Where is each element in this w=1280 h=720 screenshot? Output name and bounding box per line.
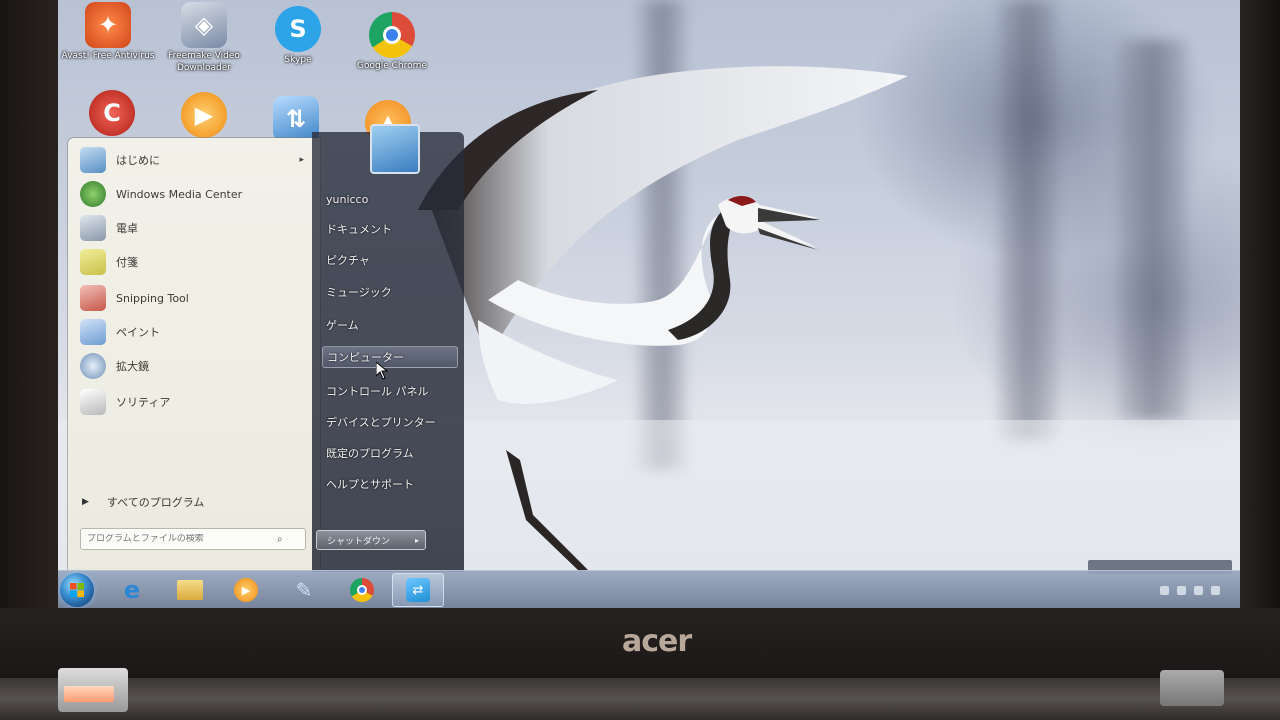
windows-logo-icon	[70, 583, 84, 597]
start-search-input[interactable]	[87, 534, 277, 544]
folder-icon	[177, 580, 203, 600]
battery-icon[interactable]	[1211, 585, 1220, 595]
paint-icon	[80, 319, 106, 345]
desktop-icon-freemake[interactable]: ◈ Freemake Video Downloader	[154, 2, 254, 74]
start-right-item-documents[interactable]: ドキュメント	[322, 218, 458, 240]
media-player-icon: ▶	[234, 578, 258, 602]
taskbar: e ▶ ✎ ⇄	[58, 570, 1240, 608]
volume-icon[interactable]	[1194, 585, 1203, 595]
start-item-label: 拡大鏡	[116, 360, 149, 373]
expand-arrow-icon: ▶	[82, 497, 89, 507]
start-item-label: 付箋	[116, 256, 138, 269]
start-item-paint[interactable]: ペイント	[80, 316, 312, 348]
start-item-label: ソリティア	[116, 396, 171, 409]
start-right-item-user[interactable]: yunicco	[322, 188, 458, 210]
desktop-icon-label: Avast! Free Antivirus	[61, 51, 155, 61]
getting-started-icon	[80, 147, 106, 173]
desktop-icon-skype[interactable]: S Skype	[248, 6, 348, 66]
chrome-icon	[369, 12, 415, 58]
sticky-notes-icon	[80, 249, 106, 275]
start-right-item-help-support[interactable]: ヘルプとサポート	[322, 473, 458, 495]
taskbar-explorer-button[interactable]	[164, 573, 216, 607]
desktop-icon-label: Skype	[284, 55, 312, 65]
start-item-label: Windows Media Center	[116, 187, 243, 201]
calculator-icon	[80, 215, 106, 241]
start-button[interactable]	[60, 573, 94, 607]
media-player-icon: ▶	[181, 92, 227, 138]
start-item-snipping-tool[interactable]: Snipping Tool	[80, 282, 312, 314]
all-programs-link[interactable]: ▶ すべてのプログラム	[82, 494, 204, 510]
taskbar-chrome-button[interactable]	[336, 573, 388, 607]
teamviewer-icon: ⇄	[406, 578, 430, 602]
laptop-brand-logo: acer	[622, 624, 692, 659]
photo-frame: ✦ Avast! Free Antivirus ◈ Freemake Video…	[0, 0, 1280, 720]
all-programs-label: すべてのプログラム	[106, 496, 205, 509]
internet-explorer-icon: e	[123, 576, 141, 604]
desktop-icon-chrome[interactable]: Google Chrome	[342, 12, 442, 72]
desktop-icon-label: Freemake Video Downloader	[168, 51, 240, 73]
start-right-item-music[interactable]: ミュージック	[322, 281, 458, 303]
start-search-box[interactable]: ⌕	[80, 528, 306, 550]
start-item-sticky-notes[interactable]: 付箋	[80, 246, 312, 278]
start-right-item-devices-printers[interactable]: デバイスとプリンター	[322, 411, 458, 433]
start-item-getting-started[interactable]: はじめに ▸	[80, 144, 312, 176]
ccleaner-icon: C	[89, 90, 135, 136]
start-item-label: Snipping Tool	[116, 291, 189, 305]
start-item-media-center[interactable]: Windows Media Center	[80, 178, 312, 210]
power-led	[64, 686, 114, 702]
taskbar-teamviewer-button[interactable]: ⇄	[392, 573, 444, 607]
start-right-item-control-panel[interactable]: コントロール パネル	[322, 380, 458, 402]
laptop-base	[0, 678, 1280, 720]
freemake-downloader-icon: ◈	[181, 2, 227, 48]
shutdown-label: シャットダウン	[327, 536, 391, 547]
start-item-label: 電卓	[116, 222, 138, 235]
system-tray	[1058, 579, 1228, 601]
user-picture-icon	[370, 124, 420, 174]
tray-arrow-icon[interactable]	[1160, 585, 1169, 595]
start-item-label: ペイント	[116, 326, 160, 339]
laptop-bezel-right	[1236, 0, 1280, 640]
mouse-cursor-icon	[376, 362, 388, 380]
search-icon: ⌕	[277, 533, 283, 545]
shutdown-options-arrow-icon[interactable]: ▸	[415, 536, 419, 545]
start-item-magnifier[interactable]: 拡大鏡	[80, 350, 312, 382]
chrome-icon	[350, 578, 374, 602]
paint-brush-icon: ✎	[295, 578, 313, 602]
skype-icon: S	[275, 6, 321, 52]
laptop-bezel-left	[0, 0, 62, 640]
scissors-icon	[80, 285, 106, 311]
laptop-hinge-right	[1160, 670, 1224, 706]
magnifier-icon	[80, 353, 106, 379]
avast-icon: ✦	[85, 2, 131, 48]
network-tray-icon[interactable]	[1177, 585, 1186, 595]
start-right-item-pictures[interactable]: ピクチャ	[322, 249, 458, 271]
start-item-calculator[interactable]: 電卓	[80, 212, 312, 244]
start-menu-programs-pane: はじめに ▸ Windows Media Center 電卓 付箋 Snippi…	[68, 138, 320, 570]
desktop-icon-label: Google Chrome	[357, 61, 427, 71]
taskbar-media-player-button[interactable]: ▶	[220, 573, 272, 607]
taskbar-paint-button[interactable]: ✎	[278, 573, 330, 607]
laptop-hinge-left	[58, 668, 128, 712]
submenu-arrow-icon: ▸	[299, 155, 304, 165]
taskbar-ie-button[interactable]: e	[106, 573, 158, 607]
start-item-label: はじめに	[116, 154, 160, 167]
media-center-icon	[80, 181, 106, 207]
desktop-screen: ✦ Avast! Free Antivirus ◈ Freemake Video…	[58, 0, 1240, 608]
start-item-solitaire[interactable]: ソリティア	[80, 386, 312, 418]
desktop-icon-ccleaner[interactable]: C	[62, 90, 162, 136]
start-right-item-games[interactable]: ゲーム	[322, 314, 458, 336]
start-right-item-computer[interactable]: コンピューター	[322, 346, 458, 368]
desktop-icon-avast[interactable]: ✦ Avast! Free Antivirus	[58, 2, 158, 62]
start-right-item-default-programs[interactable]: 既定のプログラム	[322, 442, 458, 464]
solitaire-icon	[80, 389, 106, 415]
shutdown-button[interactable]: シャットダウン ▸	[316, 530, 426, 550]
desktop-icon-media-player[interactable]: ▶	[154, 92, 254, 138]
